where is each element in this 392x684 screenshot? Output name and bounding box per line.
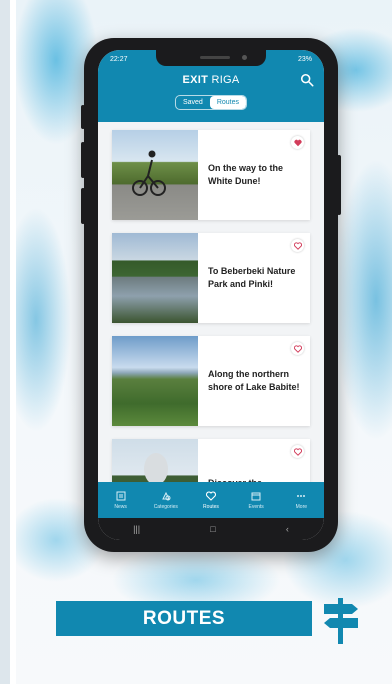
status-battery: 23% [297,55,312,63]
newspaper-icon [116,491,126,500]
heart-outline-icon[interactable] [291,239,304,252]
bottom-navigation: News Categories Routes Events More [98,482,324,518]
calendar-icon [251,492,261,500]
nav-label: News [114,503,127,510]
heart-outline-icon[interactable] [291,342,304,355]
nav-routes[interactable]: Routes [191,490,231,510]
nav-more[interactable]: More [281,491,321,510]
nav-categories[interactable]: Categories [146,491,186,510]
phone-volume-button [81,105,85,129]
phone-side-button-2 [81,188,85,224]
status-time: 22:27 [110,55,128,63]
nav-label: Categories [153,503,178,510]
recents-icon[interactable]: ||| [133,524,140,534]
phone-side-button [81,142,85,178]
nav-label: More [295,503,308,510]
system-navigation-bar: ||| □ ‹ [98,518,324,540]
routes-banner: ROUTES [56,601,312,636]
tab-routes[interactable]: Routes [209,96,247,109]
nav-label: Routes [203,503,219,510]
nav-news[interactable]: News [101,491,141,510]
search-icon[interactable] [300,73,314,87]
app-header: EXIT RIGA Saved Routes [98,68,324,122]
tab-saved[interactable]: Saved [176,96,210,109]
route-card[interactable]: On the way to the White Dune! [112,130,310,220]
back-icon[interactable]: ‹ [286,524,289,534]
nav-events[interactable]: Events [236,491,276,510]
route-thumbnail [112,130,198,220]
heart-icon [205,490,216,501]
camera-notch [156,50,266,66]
route-thumbnail [112,233,198,323]
route-card[interactable]: To Beberbeki Nature Park and Pinki! [112,233,310,323]
heart-icon[interactable] [291,136,304,149]
route-card[interactable]: Along the northern shore of Lake Babite! [112,336,310,426]
shapes-icon [161,491,171,500]
brand-exit: EXIT [182,74,209,86]
nav-label: Events [248,503,264,510]
home-icon[interactable]: □ [210,524,215,534]
saved-routes-toggle: Saved Routes [174,95,248,110]
heart-outline-icon[interactable] [291,445,304,458]
brand-riga: RIGA [211,74,240,86]
app-brand: EXIT RIGA [98,74,324,86]
left-edge-strip [0,0,10,684]
phone-screen: 22:27 23% EXIT RIGA Saved Routes On the … [98,50,324,540]
banner-label: ROUTES [142,607,226,629]
route-list: On the way to the White Dune! To Beberbe… [98,122,324,529]
phone-power-button [337,155,341,215]
signpost-icon [324,598,358,644]
more-dots-icon [297,494,306,497]
route-thumbnail [112,336,198,426]
